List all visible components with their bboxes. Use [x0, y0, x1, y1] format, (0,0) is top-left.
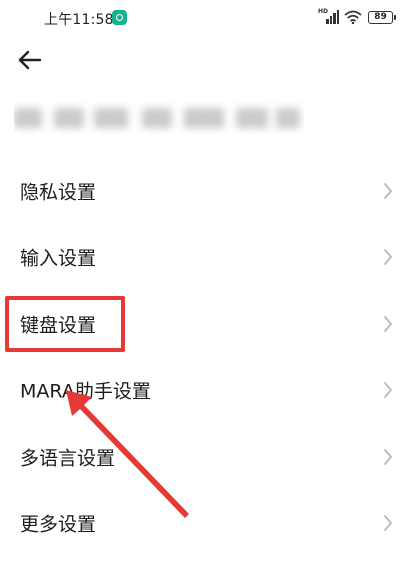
blurred-content	[14, 102, 304, 134]
status-bar: 上午11:58 HD 89	[0, 0, 413, 36]
chevron-right-icon	[384, 249, 392, 265]
menu-item-label: 隐私设置	[20, 181, 97, 204]
status-icons: HD 89	[318, 8, 396, 26]
chevron-right-icon	[384, 316, 392, 332]
highlight-box	[5, 296, 125, 352]
chevron-right-icon	[384, 449, 392, 465]
menu-item-input[interactable]: 输入设置	[0, 224, 413, 290]
menu-item-more[interactable]: 更多设置	[0, 490, 413, 556]
menu-item-multilanguage[interactable]: 多语言设置	[0, 424, 413, 490]
status-time: 上午11:58	[44, 12, 114, 28]
network-label: HD	[318, 8, 329, 15]
menu-item-mara-assistant[interactable]: MARA助手设置	[0, 357, 413, 423]
menu-item-label: MARA助手设置	[20, 380, 151, 403]
menu-item-label: 输入设置	[20, 247, 97, 270]
chevron-right-icon	[384, 515, 392, 531]
chevron-right-icon	[384, 183, 392, 199]
app-notification-icon	[112, 10, 127, 25]
menu-item-privacy[interactable]: 隐私设置	[0, 158, 413, 224]
wifi-icon	[344, 10, 362, 24]
chevron-right-icon	[384, 382, 392, 398]
menu-item-label: 多语言设置	[20, 447, 116, 470]
battery-icon: 89	[368, 10, 396, 24]
back-button[interactable]	[14, 48, 50, 76]
cellular-signal-icon: HD	[318, 8, 339, 24]
arrow-left-icon	[18, 50, 42, 70]
menu-item-label: 更多设置	[20, 513, 97, 536]
